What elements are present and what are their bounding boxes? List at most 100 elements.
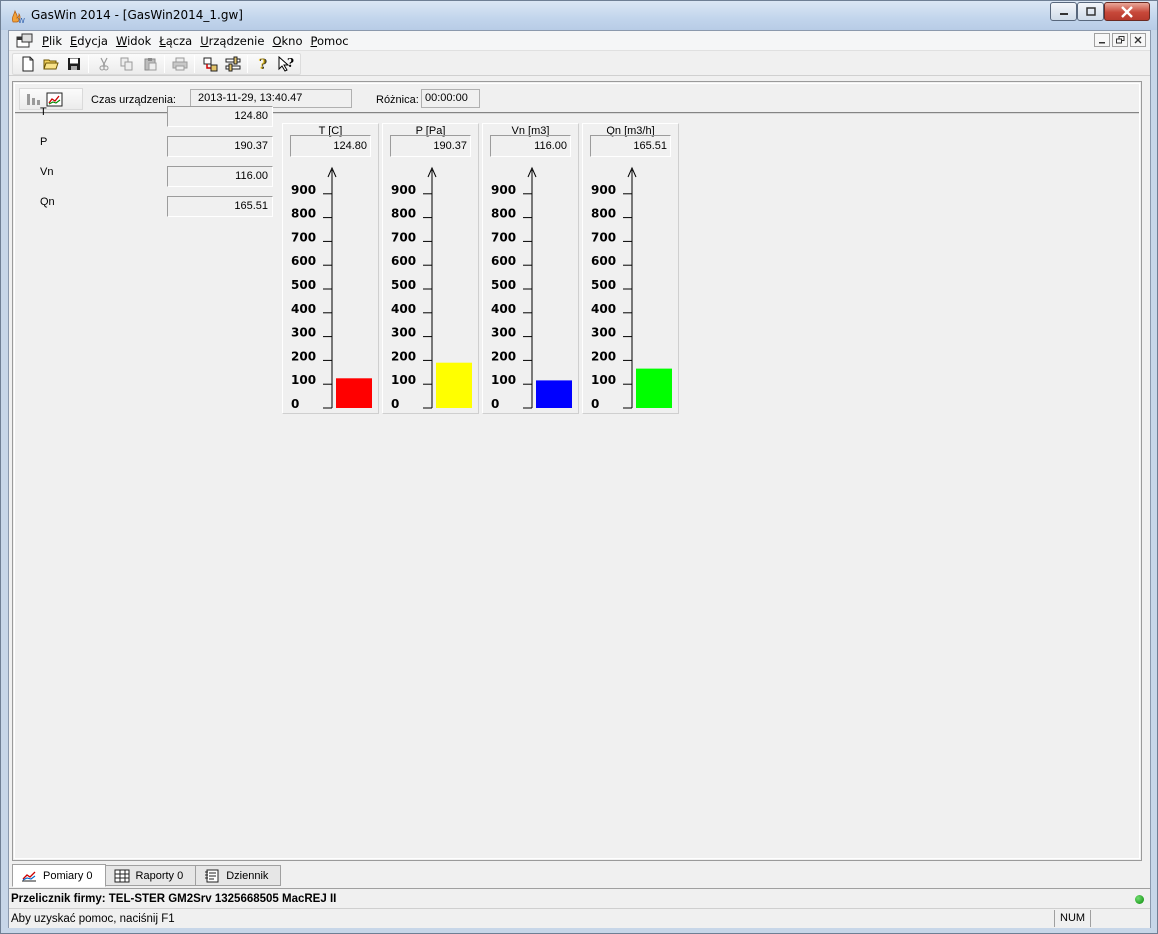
gauge-tick-label: 600 — [491, 254, 516, 268]
menu-urzadzenie[interactable]: Urządzenie — [198, 34, 270, 48]
svg-text:?: ? — [287, 56, 294, 70]
variable-value-vn: 116.00 — [167, 166, 273, 187]
gauge-tick-label: 900 — [591, 183, 616, 197]
close-button[interactable] — [1104, 2, 1150, 21]
menu-edycja[interactable]: Edycja — [68, 34, 114, 48]
cut-scissors-icon — [99, 57, 108, 70]
copy-button[interactable] — [115, 54, 138, 74]
device-settings-button[interactable] — [221, 54, 244, 74]
gauge-3: Vn [m3] 116.00 0 100 200 300 400 500 600 700 800 90… — [482, 123, 579, 414]
new-file-icon — [22, 56, 33, 71]
help-status-bar: Aby uzyskać pomoc, naciśnij F1 NUM — [9, 908, 1150, 928]
menu-lacza[interactable]: Łącza — [157, 34, 198, 48]
gauge-value: 190.37 — [390, 135, 471, 157]
gauge-2: P [Pa] 190.37 0 100 200 300 400 500 600 700 800 900 — [382, 123, 479, 414]
gauge-tick-label: 600 — [291, 254, 316, 268]
device-time-label: Czas urządzenia: — [91, 94, 176, 106]
close-icon — [1134, 36, 1142, 44]
view-toggle-toolbar — [19, 88, 83, 110]
help-question-icon: ?? — [258, 57, 267, 72]
menu-plik[interactable]: Plik — [40, 34, 68, 48]
menu-edycja-label: dycja — [77, 33, 108, 48]
gauge-tick-label: 200 — [491, 349, 516, 363]
gauge-tick-label: 300 — [491, 326, 516, 340]
new-button[interactable] — [16, 54, 39, 74]
save-disk-icon — [67, 57, 80, 70]
gauge-tick-label: 0 — [391, 397, 399, 411]
paste-button[interactable] — [138, 54, 161, 74]
connection-button[interactable] — [198, 54, 221, 74]
gauge-tick-label: 900 — [291, 183, 316, 197]
maximize-icon — [1085, 7, 1096, 16]
gauge-tick-label: 300 — [391, 326, 416, 340]
menu-plik-mnemonic: P — [42, 33, 49, 48]
gauge-scale: 0 100 200 300 400 500 600 700 800 900 — [491, 166, 572, 411]
window-title: GasWin 2014 - [GasWin2014_1.gw] — [31, 8, 243, 22]
gauge-tick-label: 400 — [391, 302, 416, 316]
tab-dziennik[interactable]: Dziennik — [195, 865, 282, 886]
chart-view-icon[interactable] — [46, 92, 63, 107]
reports-grid-icon — [114, 869, 130, 882]
gauge-axis — [527, 166, 537, 408]
measurements-document: Czas urządzenia: 2013-11-29, 13:40.47 Ró… — [12, 81, 1142, 861]
gauge-tick-label: 400 — [591, 302, 616, 316]
copy-icon — [120, 57, 132, 70]
toolbar: ?? ? — [9, 52, 1150, 76]
toolbar-separator — [88, 54, 89, 73]
gauge-tick-label: 900 — [391, 183, 416, 197]
tab-pomiary-label: Pomiary 0 — [43, 869, 93, 882]
gauge-axis — [627, 166, 637, 408]
minimize-button[interactable] — [1050, 2, 1077, 21]
gauge-bar — [536, 380, 572, 408]
gauge-bar — [436, 362, 472, 408]
menu-widok[interactable]: Widok — [114, 34, 157, 48]
gauge-tick-label: 800 — [591, 207, 616, 221]
gauge-tick-label: 700 — [391, 230, 416, 244]
client-area: Plik Edycja Widok Łącza Urządzenie Okno … — [8, 30, 1151, 928]
gauge-value: 116.00 — [490, 135, 571, 157]
gauge-tick-label: 0 — [591, 397, 599, 411]
document-window-icon[interactable] — [16, 33, 34, 49]
menu-widok-mnemonic: W — [115, 33, 128, 48]
context-help-button[interactable]: ? — [274, 54, 297, 74]
gauge-axis — [327, 166, 337, 408]
maximize-button[interactable] — [1077, 2, 1104, 21]
mdi-close-button[interactable] — [1130, 33, 1146, 47]
gauge-value: 165.51 — [590, 135, 671, 157]
status-empty-cell — [1090, 910, 1150, 927]
save-button[interactable] — [62, 54, 85, 74]
mdi-restore-button[interactable] — [1112, 33, 1128, 47]
menu-okno[interactable]: Okno — [270, 34, 308, 48]
gauge-tick-label: 0 — [291, 397, 299, 411]
gauge-tick-label: 100 — [491, 373, 516, 387]
gauge-tick-label: 100 — [391, 373, 416, 387]
gauge-tick-label: 200 — [591, 349, 616, 363]
bar-view-icon[interactable] — [26, 92, 42, 106]
tab-pomiary[interactable]: Pomiary 0 — [12, 864, 106, 887]
svg-text:?: ? — [258, 57, 266, 72]
print-button[interactable] — [168, 54, 191, 74]
gauge-tick-label: 500 — [291, 278, 316, 292]
gauge-scale: 0 100 200 300 400 500 600 700 800 900 — [291, 166, 372, 411]
menu-okno-label: kno — [281, 33, 303, 48]
menu-pomoc[interactable]: Pomoc — [308, 34, 354, 48]
gauge-tick-label: 400 — [291, 302, 316, 316]
open-folder-icon — [42, 59, 59, 69]
variable-label-p: P — [40, 136, 48, 148]
menu-bar: Plik Edycja Widok Łącza Urządzenie Okno … — [9, 31, 1150, 51]
toolbar-separator — [194, 54, 195, 73]
gauge-tick-label: 800 — [291, 207, 316, 221]
context-help-pointer-icon: ? — [278, 55, 294, 72]
title-bar[interactable]: W GasWin 2014 - [GasWin2014_1.gw] — [1, 1, 1157, 30]
help-button[interactable]: ?? — [251, 54, 274, 74]
open-button[interactable] — [39, 54, 62, 74]
gauge-tick-label: 0 — [491, 397, 499, 411]
cut-button[interactable] — [92, 54, 115, 74]
variable-label-t: T — [40, 106, 47, 118]
gauge-axis — [427, 166, 437, 408]
gauge-tick-label: 300 — [591, 326, 616, 340]
gauge-tick-label: 500 — [391, 278, 416, 292]
mdi-minimize-button[interactable] — [1094, 33, 1110, 47]
tab-raporty[interactable]: Raporty 0 — [104, 865, 197, 886]
svg-text:W: W — [18, 17, 25, 24]
